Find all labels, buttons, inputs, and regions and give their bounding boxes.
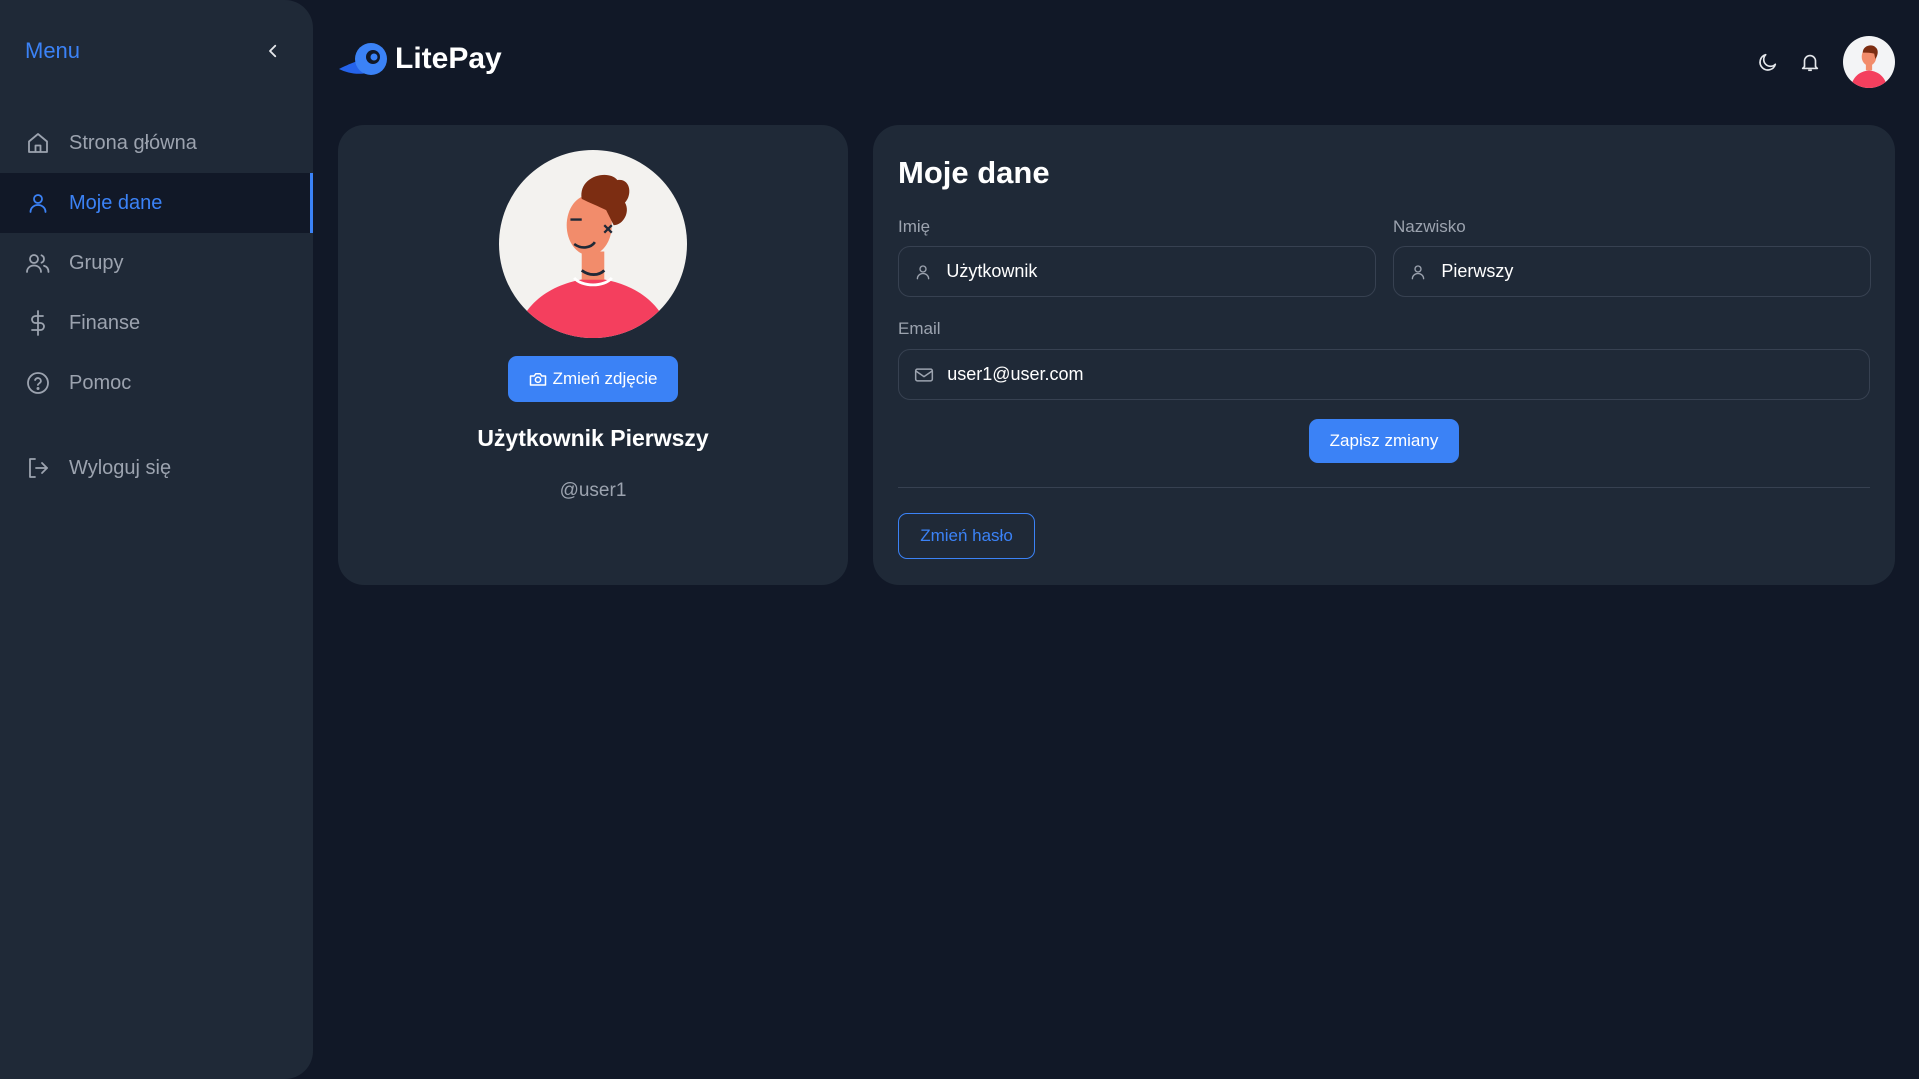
user-icon (25, 190, 51, 216)
app-name: LitePay (395, 42, 502, 75)
mail-icon (913, 364, 934, 386)
camera-icon (529, 371, 547, 387)
save-changes-button[interactable]: Zapisz zmiany (1309, 419, 1459, 463)
notifications-button[interactable] (1795, 47, 1825, 77)
avatar-illustration (1843, 36, 1895, 88)
logout-label: Wyloguj się (69, 456, 172, 479)
help-icon (25, 370, 51, 396)
sidebar-item-finance[interactable]: Finanse (0, 293, 313, 353)
sidebar-item-home[interactable]: Strona główna (0, 113, 313, 173)
sidebar-item-label: Grupy (69, 251, 124, 274)
sidebar-item-label: Strona główna (69, 131, 197, 154)
divider (898, 487, 1870, 488)
chevron-left-icon (269, 44, 277, 58)
home-icon (25, 130, 51, 156)
sidebar-item-label: Moje dane (69, 191, 163, 214)
sidebar-item-my-data[interactable]: Moje dane (0, 173, 313, 233)
change-photo-button[interactable]: Zmień zdjęcie (508, 356, 678, 402)
sidebar-header: Menu (25, 36, 285, 66)
dollar-icon (25, 310, 51, 336)
my-data-card: Moje dane Imię Nazwisko Email Zapisz zmi… (873, 125, 1895, 585)
change-photo-label: Zmień zdjęcie (552, 369, 658, 388)
sidebar-title: Menu (25, 38, 81, 63)
sidebar-item-help[interactable]: Pomoc (0, 353, 313, 413)
collapse-sidebar-button[interactable] (261, 39, 285, 63)
last-name-input[interactable] (1441, 261, 1870, 282)
profile-avatar (499, 150, 687, 338)
sidebar-item-label: Finanse (69, 311, 141, 334)
page-title: Moje dane (898, 155, 1050, 190)
users-icon (25, 250, 51, 276)
first-name-label: Imię (898, 217, 931, 236)
logout-icon (25, 455, 51, 481)
user-icon (1408, 261, 1428, 283)
profile-full-name: Użytkownik Pierwszy (477, 425, 709, 451)
first-name-field (898, 246, 1376, 297)
user-icon (913, 261, 933, 283)
app-logo[interactable]: LitePay (337, 38, 502, 80)
profile-handle: @user1 (559, 480, 627, 501)
change-password-button[interactable]: Zmień hasło (898, 513, 1035, 559)
sidebar: Menu Strona główna Moje dane Grupy Finan… (0, 0, 313, 1079)
sidebar-item-groups[interactable]: Grupy (0, 233, 313, 293)
last-name-label: Nazwisko (1393, 217, 1466, 236)
user-avatar[interactable] (1843, 36, 1895, 88)
topbar-actions (1753, 36, 1895, 88)
sidebar-nav: Strona główna Moje dane Grupy Finanse Po… (0, 113, 313, 498)
litepay-logo-icon (339, 43, 387, 75)
email-label: Email (898, 319, 941, 338)
moon-icon (1759, 53, 1777, 71)
avatar-illustration (499, 150, 687, 338)
email-input[interactable] (947, 364, 1869, 385)
email-field (898, 349, 1870, 400)
theme-toggle-button[interactable] (1753, 47, 1783, 77)
last-name-field (1393, 246, 1871, 297)
first-name-input[interactable] (946, 261, 1375, 282)
sidebar-item-label: Pomoc (69, 371, 132, 394)
bell-icon (1801, 54, 1819, 72)
profile-card: Zmień zdjęcie Użytkownik Pierwszy @user1 (338, 125, 848, 585)
logout-button[interactable]: Wyloguj się (0, 438, 313, 498)
